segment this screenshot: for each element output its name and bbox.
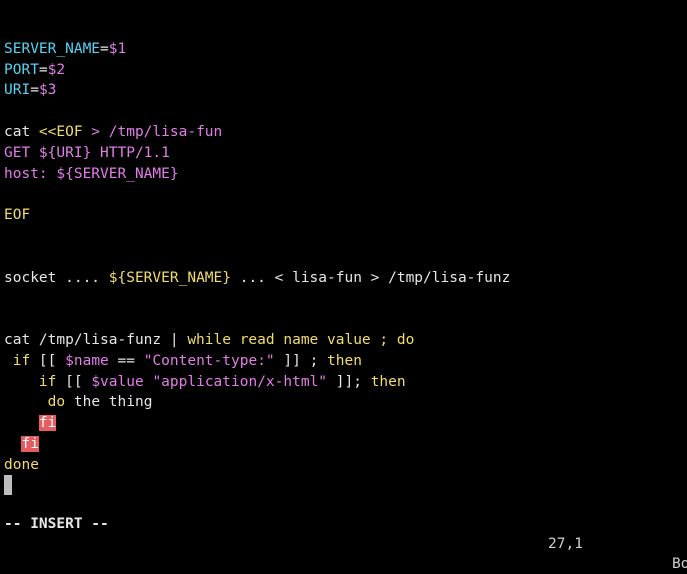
code-token: SERVER_NAME bbox=[4, 40, 101, 57]
code-line[interactable]: done bbox=[0, 455, 687, 476]
code-line[interactable]: PORT=$2 bbox=[0, 60, 687, 81]
code-token: if bbox=[12, 352, 31, 369]
code-token: ]]; bbox=[327, 373, 371, 390]
code-line[interactable]: host: ${SERVER_NAME} bbox=[0, 164, 687, 185]
code-line[interactable]: GET ${URI} HTTP/1.1 bbox=[0, 143, 687, 164]
code-token: <<EOF bbox=[38, 123, 83, 140]
code-token: == bbox=[108, 352, 144, 369]
code-token: $value bbox=[91, 373, 144, 390]
code-token: "Content-type:" bbox=[143, 352, 275, 369]
error-highlight-token: fi bbox=[38, 415, 57, 432]
code-token: > /tmp/lisa-fun bbox=[82, 123, 223, 140]
scroll-indicator: Bo bbox=[672, 556, 687, 572]
code-token: = bbox=[30, 82, 39, 99]
code-token: = bbox=[38, 61, 48, 78]
code-token: GET ${URI} HTTP/1.1 bbox=[4, 144, 170, 161]
code-token: cat /tmp/lisa-funz | bbox=[4, 331, 188, 348]
code-token: "application/x-html" bbox=[152, 373, 328, 390]
code-token: EOF bbox=[4, 207, 31, 224]
code-token: while read name value ; do bbox=[187, 331, 415, 348]
code-line[interactable] bbox=[0, 247, 687, 268]
error-highlight-token: fi bbox=[21, 435, 39, 452]
code-line[interactable]: URI=$3 bbox=[0, 80, 687, 101]
code-line[interactable] bbox=[0, 309, 687, 330]
cursor-position: 27,1 bbox=[548, 536, 583, 552]
code-token: then bbox=[370, 373, 406, 390]
code-line[interactable]: fi bbox=[0, 413, 687, 434]
mode-indicator: -- INSERT -- bbox=[4, 516, 109, 532]
code-token: = bbox=[100, 40, 109, 57]
code-line[interactable]: cat /tmp/lisa-funz | while read name val… bbox=[0, 330, 687, 351]
code-line[interactable] bbox=[0, 226, 687, 247]
code-token: URI bbox=[4, 82, 31, 99]
code-token: socket .... bbox=[4, 269, 109, 286]
code-token: ... < lisa-fun > /tmp/lisa-funz bbox=[230, 269, 511, 286]
code-token: done bbox=[4, 456, 39, 473]
code-token: $name bbox=[65, 352, 109, 369]
code-line[interactable] bbox=[0, 101, 687, 122]
code-line[interactable]: do the thing bbox=[0, 392, 687, 413]
code-token: the thing bbox=[65, 394, 153, 411]
code-token: host: ${SERVER_NAME} bbox=[4, 165, 179, 182]
code-token: ]] ; bbox=[274, 352, 328, 369]
code-line[interactable]: EOF bbox=[0, 205, 687, 226]
code-token: $2 bbox=[47, 61, 66, 78]
code-token: PORT bbox=[4, 61, 39, 78]
code-line[interactable]: socket .... ${SERVER_NAME} ... < lisa-fu… bbox=[0, 268, 687, 289]
code-token: then bbox=[327, 352, 362, 369]
code-token: [[ bbox=[30, 352, 66, 369]
text-cursor bbox=[4, 475, 12, 495]
code-line[interactable]: if [[ $value "application/x-html" ]]; th… bbox=[0, 372, 687, 393]
code-line[interactable]: SERVER_NAME=$1 bbox=[0, 39, 687, 60]
code-token: do bbox=[47, 394, 66, 411]
code-token: cat bbox=[4, 123, 39, 140]
code-token: ${SERVER_NAME} bbox=[108, 269, 231, 286]
status-bar: -- INSERT -- 27,1 Bo bbox=[0, 494, 687, 572]
editor-buffer[interactable]: SERVER_NAME=$1 PORT=$2 URI=$3 cat <<EOF > /… bbox=[0, 18, 687, 476]
code-line[interactable]: cat <<EOF > /tmp/lisa-fun bbox=[0, 122, 687, 143]
code-token: $1 bbox=[108, 40, 127, 57]
code-token: $3 bbox=[38, 82, 57, 99]
code-line[interactable] bbox=[0, 18, 687, 39]
code-token: [[ bbox=[56, 373, 92, 390]
code-line[interactable]: fi bbox=[0, 434, 687, 455]
code-token: if bbox=[38, 373, 57, 390]
code-line[interactable] bbox=[0, 288, 687, 309]
code-line[interactable] bbox=[0, 184, 687, 205]
code-line[interactable]: if [[ $name == "Content-type:" ]] ; then bbox=[0, 351, 687, 372]
